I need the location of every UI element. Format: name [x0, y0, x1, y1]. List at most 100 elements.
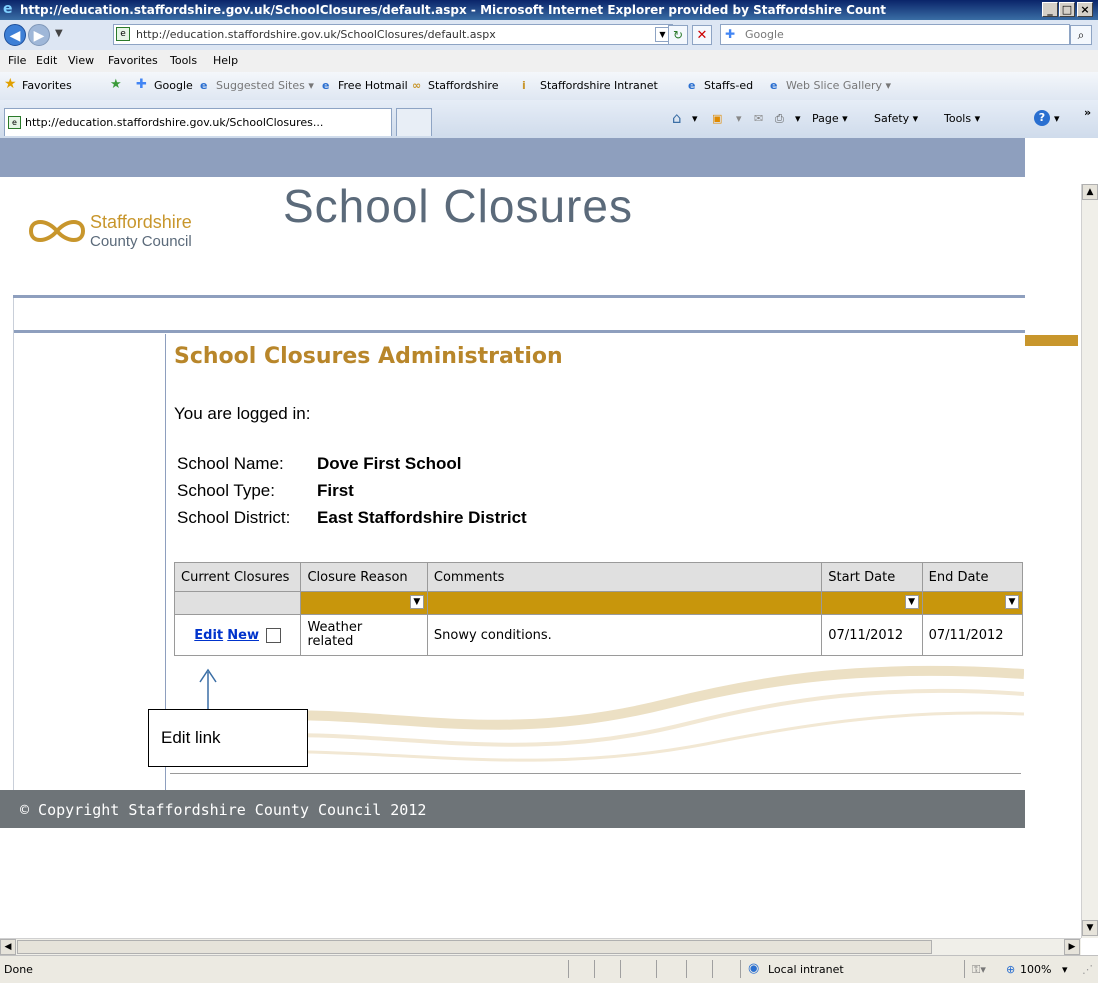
scroll-left-icon[interactable]: ◀: [0, 939, 16, 955]
safety-menu[interactable]: Safety ▾: [874, 112, 918, 125]
resize-grip-icon[interactable]: ⋰: [1082, 963, 1093, 976]
refresh-icon[interactable]: ↻: [668, 25, 688, 45]
new-tab-button[interactable]: [396, 108, 432, 136]
print-icon[interactable]: ⎙: [775, 112, 784, 126]
col-end-date[interactable]: End Date: [921, 562, 1024, 592]
filter-start-date[interactable]: ▼: [821, 591, 923, 615]
filter-end-date[interactable]: ▼: [921, 591, 1024, 615]
scroll-up-icon[interactable]: ▲: [1082, 184, 1098, 200]
col-closure-reason[interactable]: Closure Reason: [300, 562, 428, 592]
menu-file[interactable]: File: [8, 54, 26, 67]
school-district-value: East Staffordshire District: [317, 508, 527, 527]
edit-link[interactable]: Edit: [194, 628, 223, 643]
menu-favorites[interactable]: Favorites: [108, 54, 158, 67]
back-button[interactable]: ◀: [4, 24, 26, 46]
gold-accent-bar: [1025, 335, 1078, 346]
col-current-closures[interactable]: Current Closures: [173, 562, 302, 592]
ie-logo-icon: e: [3, 1, 13, 17]
minimize-button[interactable]: _: [1042, 2, 1058, 17]
closures-table: Current Closures Closure Reason Comments…: [173, 562, 1024, 656]
close-button[interactable]: ×: [1077, 2, 1093, 17]
google-icon: ✚: [725, 27, 736, 41]
feeds-dropdown-icon[interactable]: ▾: [736, 112, 742, 125]
tools-menu[interactable]: Tools ▾: [944, 112, 980, 125]
copyright-text: © Copyright Staffordshire County Council…: [20, 801, 427, 819]
search-icon[interactable]: ⌕: [1070, 25, 1092, 45]
fav-staffordshire-intranet[interactable]: Staffordshire Intranet: [540, 79, 658, 92]
comments-cell: Snowy conditions.: [426, 614, 823, 656]
site-title: School Closures: [283, 180, 633, 232]
zoom-icon[interactable]: ⊕: [1006, 963, 1015, 976]
fav-google[interactable]: Google: [154, 79, 193, 92]
vertical-scrollbar[interactable]: ▲ ▼: [1081, 184, 1098, 938]
menu-tools[interactable]: Tools: [170, 54, 197, 67]
logged-in-text: You are logged in:: [174, 404, 311, 423]
status-divider: [656, 960, 657, 978]
fav-staffordshire[interactable]: Staffordshire: [428, 79, 498, 92]
zoom-dropdown-icon[interactable]: ▾: [1062, 963, 1068, 976]
scroll-down-icon[interactable]: ▼: [1082, 920, 1098, 936]
security-zone[interactable]: Local intranet: [768, 963, 844, 976]
logo-line1: Staffordshire: [90, 212, 192, 232]
school-name-value: Dove First School: [317, 454, 462, 473]
horizontal-scrollbar[interactable]: ◀ ▶: [0, 938, 1081, 956]
school-type-value: First: [317, 481, 354, 500]
filter-closure-reason[interactable]: ▼: [300, 591, 428, 615]
mail-icon[interactable]: ✉: [754, 112, 763, 125]
school-name-label: School Name:: [177, 454, 284, 473]
table-header-row: Current Closures Closure Reason Comments…: [173, 562, 1024, 592]
header-divider: [13, 295, 1025, 298]
info-fav-icon: i: [522, 79, 526, 92]
logo-line2: County Council: [90, 233, 192, 250]
intranet-zone-icon: ◉: [748, 961, 760, 976]
col-comments[interactable]: Comments: [426, 562, 823, 592]
tab-label: http://education.staffordshire.gov.uk/Sc…: [25, 116, 324, 129]
fav-staffs-ed[interactable]: Staffs-ed: [704, 79, 753, 92]
forward-button[interactable]: ▶: [28, 24, 50, 46]
school-type-label: School Type:: [177, 481, 275, 500]
help-icon[interactable]: ?: [1034, 110, 1050, 126]
col-start-date[interactable]: Start Date: [821, 562, 923, 592]
status-divider: [740, 960, 741, 978]
filter-comments[interactable]: [426, 591, 823, 615]
fav-web-slice-gallery[interactable]: Web Slice Gallery ▾: [786, 79, 891, 92]
callout-text: Edit link: [161, 728, 221, 747]
feeds-icon[interactable]: ▣: [712, 112, 722, 125]
page-footer: © Copyright Staffordshire County Council…: [0, 790, 1025, 828]
recent-pages-dropdown-icon[interactable]: ▼: [55, 28, 63, 39]
scroll-right-icon[interactable]: ▶: [1064, 939, 1080, 955]
add-favorite-icon[interactable]: ★: [110, 77, 122, 92]
zoom-level[interactable]: 100%: [1020, 963, 1051, 976]
page-menu[interactable]: Page ▾: [812, 112, 848, 125]
edit-link-callout: Edit link: [148, 709, 308, 767]
fav-suggested-sites[interactable]: Suggested Sites ▾: [216, 79, 314, 92]
favorites-button[interactable]: Favorites: [22, 79, 72, 92]
help-dropdown-icon[interactable]: ▾: [1054, 112, 1060, 125]
home-icon[interactable]: ⌂: [672, 109, 682, 127]
dropdown-chevron-icon[interactable]: ▼: [904, 595, 919, 609]
dropdown-chevron-icon[interactable]: ▼: [409, 595, 424, 609]
maximize-button[interactable]: □: [1059, 2, 1075, 17]
menu-edit[interactable]: Edit: [36, 54, 57, 67]
status-divider: [594, 960, 595, 978]
stop-icon[interactable]: ✕: [692, 25, 712, 45]
fav-free-hotmail[interactable]: Free Hotmail: [338, 79, 408, 92]
menu-view[interactable]: View: [68, 54, 94, 67]
page-title: School Closures Administration: [174, 344, 563, 369]
address-input[interactable]: e http://education.staffordshire.gov.uk/…: [113, 24, 673, 45]
tab-current[interactable]: e http://education.staffordshire.gov.uk/…: [4, 108, 392, 136]
ie-fav-icon: e: [200, 79, 208, 92]
site-header: Staffordshire County Council School Clos…: [0, 177, 1025, 296]
select-checkbox[interactable]: [266, 627, 282, 643]
horizontal-scroll-thumb[interactable]: [17, 940, 932, 954]
print-dropdown-icon[interactable]: ▾: [795, 112, 801, 125]
protected-mode-icon[interactable]: ⚿▾: [972, 963, 986, 977]
menu-help[interactable]: Help: [213, 54, 238, 67]
status-bar: Done ◉ Local intranet ⚿▾ ⊕ 100% ▾ ⋰: [0, 955, 1098, 983]
new-link[interactable]: New: [227, 628, 259, 643]
chevron-more-icon[interactable]: »: [1084, 106, 1091, 119]
content-bottom-divider: [170, 773, 1021, 774]
home-dropdown-icon[interactable]: ▾: [692, 112, 698, 125]
dropdown-chevron-icon[interactable]: ▼: [1005, 595, 1019, 609]
search-input[interactable]: ✚ Google: [720, 24, 1070, 45]
